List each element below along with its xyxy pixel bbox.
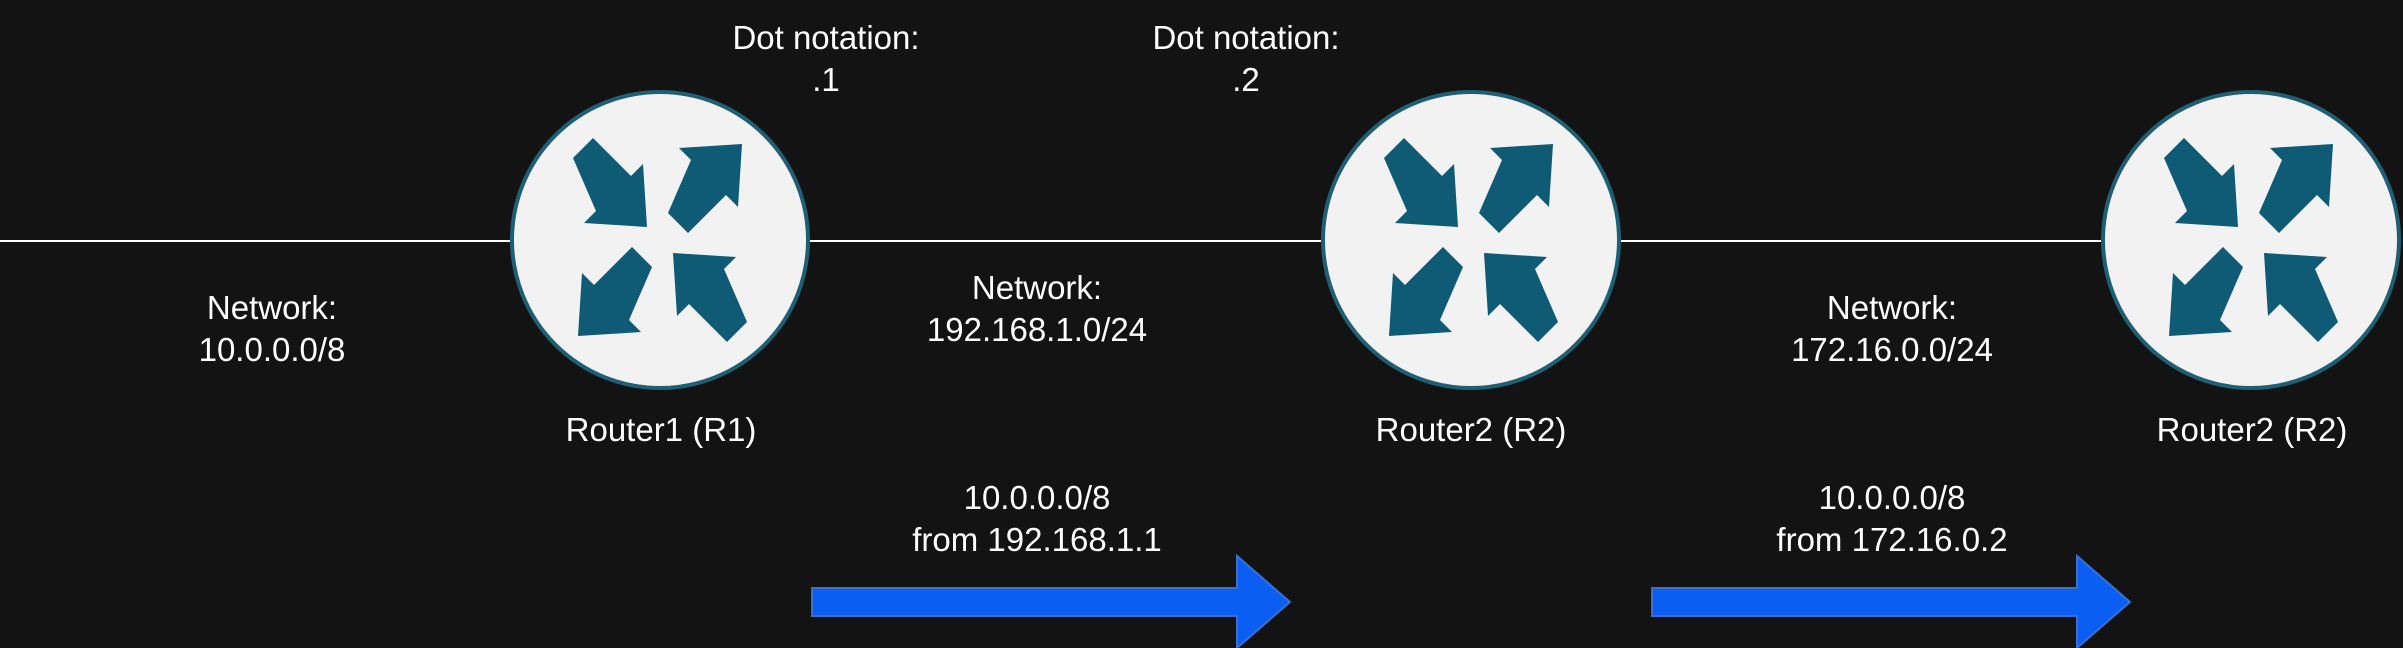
flow-arrow-r1-to-r2: [811, 553, 1292, 648]
network-title: Network:: [971, 269, 1103, 306]
route-source: from 172.16.0.2: [1776, 521, 2008, 558]
route-prefix: 10.0.0.0/8: [963, 479, 1111, 516]
router-label: Router2 (R2): [1375, 411, 1567, 448]
dot-notation-value: .2: [1232, 61, 1260, 98]
router-r1[interactable]: [510, 90, 810, 390]
network-label-left: Network: 10.0.0.0/8: [199, 287, 346, 371]
network-title: Network:: [1826, 289, 1958, 326]
router-label: Router2 (R2): [2156, 411, 2348, 448]
dot-notation-value: .1: [812, 61, 840, 98]
network-cidr: 192.168.1.0/24: [926, 311, 1148, 348]
route-advertisement-r1-r2: 10.0.0.0/8 from 192.168.1.1: [912, 477, 1162, 561]
router-circle: [2101, 90, 2401, 390]
router-r3[interactable]: [2101, 90, 2401, 390]
router-label-r3: Router2 (R2): [2157, 409, 2348, 451]
dot-notation-title: Dot notation:: [1152, 19, 1340, 56]
network-cidr: 172.16.0.0/24: [1791, 331, 1993, 368]
router-label-r2: Router2 (R2): [1376, 409, 1567, 451]
route-advertisement-r2-r3: 10.0.0.0/8 from 172.16.0.2: [1776, 477, 2007, 561]
route-source: from 192.168.1.1: [912, 521, 1162, 558]
dot-notation-title: Dot notation:: [732, 19, 920, 56]
dot-notation-r2: Dot notation: .2: [1152, 17, 1339, 101]
network-label-r2-r3: Network: 172.16.0.0/24: [1791, 287, 1993, 371]
router-r2[interactable]: [1321, 90, 1621, 390]
flow-arrow-r2-to-r3: [1651, 553, 2132, 648]
router-circle: [1321, 90, 1621, 390]
router-label: Router1 (R1): [565, 411, 757, 448]
router-label-r1: Router1 (R1): [566, 409, 757, 451]
network-title: Network:: [206, 289, 338, 326]
network-label-r1-r2: Network: 192.168.1.0/24: [927, 267, 1147, 351]
dot-notation-r1: Dot notation: .1: [732, 17, 919, 101]
network-cidr: 10.0.0.0/8: [198, 331, 346, 368]
route-prefix: 10.0.0.0/8: [1818, 479, 1966, 516]
router-circle: [510, 90, 810, 390]
